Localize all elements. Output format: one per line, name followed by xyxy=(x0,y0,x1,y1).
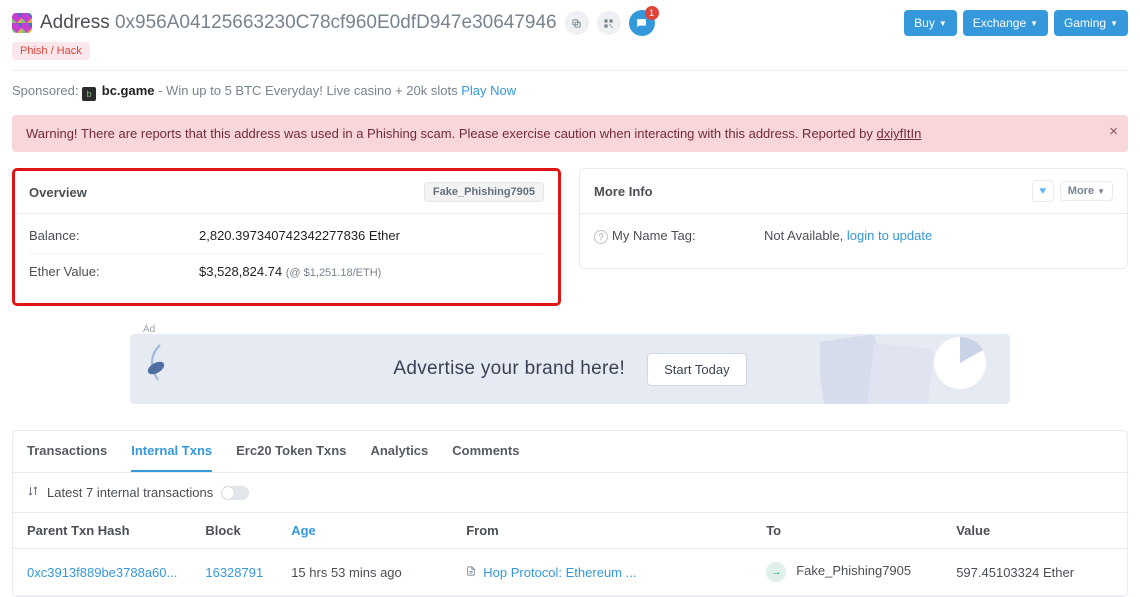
chat-icon[interactable]: 1 xyxy=(629,10,655,36)
tab-erc20[interactable]: Erc20 Token Txns xyxy=(236,431,346,472)
favorite-icon[interactable]: ♥ xyxy=(1032,180,1054,202)
chevron-down-icon: ▼ xyxy=(1097,187,1105,196)
ethervalue-rate: (@ $1,251.18/ETH) xyxy=(286,267,382,279)
qr-icon[interactable] xyxy=(597,11,621,35)
gaming-button[interactable]: Gaming▼ xyxy=(1054,10,1128,36)
chevron-down-icon: ▼ xyxy=(1110,19,1118,28)
table-row: 0xc3913f889be3788a60... 16328791 15 hrs … xyxy=(13,549,1127,596)
transactions-panel: Transactions Internal Txns Erc20 Token T… xyxy=(12,430,1128,597)
ad-text: Advertise your brand here! xyxy=(393,358,625,380)
name-tag-label: ?My Name Tag: xyxy=(594,228,764,244)
sponsor-text: - Win up to 5 BTC Everyday! Live casino … xyxy=(155,83,462,98)
warning-text: Warning! There are reports that this add… xyxy=(26,126,877,141)
txn-hash-link[interactable]: 0xc3913f889be3788a60... xyxy=(27,565,177,580)
exchange-button[interactable]: Exchange▼ xyxy=(963,10,1048,36)
txn-age: 15 hrs 53 mins ago xyxy=(277,549,452,596)
sort-icon[interactable] xyxy=(27,485,39,500)
contract-icon xyxy=(466,568,479,580)
tabs: Transactions Internal Txns Erc20 Token T… xyxy=(13,431,1127,473)
col-age[interactable]: Age xyxy=(277,513,452,549)
warning-alert: Warning! There are reports that this add… xyxy=(12,115,1128,152)
tab-transactions[interactable]: Transactions xyxy=(27,431,107,472)
ad-cta-button[interactable]: Start Today xyxy=(647,353,747,386)
tx-summary: Latest 7 internal transactions xyxy=(47,485,213,500)
chevron-down-icon: ▼ xyxy=(939,19,947,28)
sponsored-row: Sponsored: b bc.game - Win up to 5 BTC E… xyxy=(12,83,1128,101)
col-value: Value xyxy=(942,513,1127,549)
blockie-icon xyxy=(12,13,32,33)
ad-banner: Ad Advertise your brand here! Start Toda… xyxy=(130,334,1010,404)
balance-value: 2,820.397340742342277836 Ether xyxy=(199,228,400,243)
copy-icon[interactable] xyxy=(565,11,589,35)
sponsored-label: Sponsored: xyxy=(12,83,79,98)
col-parent: Parent Txn Hash xyxy=(13,513,191,549)
phish-badge: Phish / Hack xyxy=(12,42,90,60)
moreinfo-card: More Info ♥ More▼ ?My Name Tag: Not Avai… xyxy=(579,168,1128,269)
col-block: Block xyxy=(191,513,277,549)
sponsor-cta-link[interactable]: Play Now xyxy=(461,83,516,98)
block-link[interactable]: 16328791 xyxy=(205,565,263,580)
login-link[interactable]: login to update xyxy=(847,228,932,243)
chat-badge: 1 xyxy=(645,6,659,20)
more-button[interactable]: More▼ xyxy=(1060,181,1113,201)
moreinfo-title: More Info xyxy=(594,184,653,199)
buy-button[interactable]: Buy▼ xyxy=(904,10,957,36)
overview-card: Overview Fake_Phishing7905 Balance: 2,82… xyxy=(12,168,561,306)
advanced-toggle[interactable] xyxy=(221,486,249,500)
value-cell: 597.45103324 Ether xyxy=(942,549,1127,596)
sponsor-logo-icon: b xyxy=(82,87,96,101)
overview-title: Overview xyxy=(29,185,87,200)
title-label: Address xyxy=(40,12,110,33)
direction-icon: → xyxy=(766,562,786,582)
pie-icon xyxy=(820,334,1000,404)
address-hex: 0x956A04125663230C78cf960E0dfD947e306479… xyxy=(115,12,557,33)
leaf-icon xyxy=(140,340,180,390)
help-icon[interactable]: ? xyxy=(594,230,608,244)
balance-label: Balance: xyxy=(29,228,199,243)
col-from: From xyxy=(452,513,752,549)
close-icon[interactable]: × xyxy=(1109,123,1118,140)
page-title: Address 0x956A04125663230C78cf960E0dfD94… xyxy=(40,12,557,34)
ethervalue-value: $3,528,824.74 xyxy=(199,264,282,279)
ethervalue-label: Ether Value: xyxy=(29,264,199,279)
tab-analytics[interactable]: Analytics xyxy=(370,431,428,472)
col-to: To xyxy=(752,513,942,549)
tab-internal-txns[interactable]: Internal Txns xyxy=(131,431,212,472)
chevron-down-icon: ▼ xyxy=(1030,19,1038,28)
name-tag-value: Not Available, xyxy=(764,228,847,243)
name-tag-badge: Fake_Phishing7905 xyxy=(424,182,544,202)
from-link[interactable]: Hop Protocol: Ethereum ... xyxy=(483,565,636,580)
tab-comments[interactable]: Comments xyxy=(452,431,519,472)
to-value: Fake_Phishing7905 xyxy=(796,563,911,578)
sponsor-brand: bc.game xyxy=(102,83,155,98)
header-buttons: Buy▼ Exchange▼ Gaming▼ xyxy=(904,10,1128,36)
warning-reporter-link[interactable]: dxiyfItIn xyxy=(877,126,922,141)
page-header: Address 0x956A04125663230C78cf960E0dfD94… xyxy=(12,0,1128,40)
txn-table: Parent Txn Hash Block Age From To Value … xyxy=(13,512,1127,596)
